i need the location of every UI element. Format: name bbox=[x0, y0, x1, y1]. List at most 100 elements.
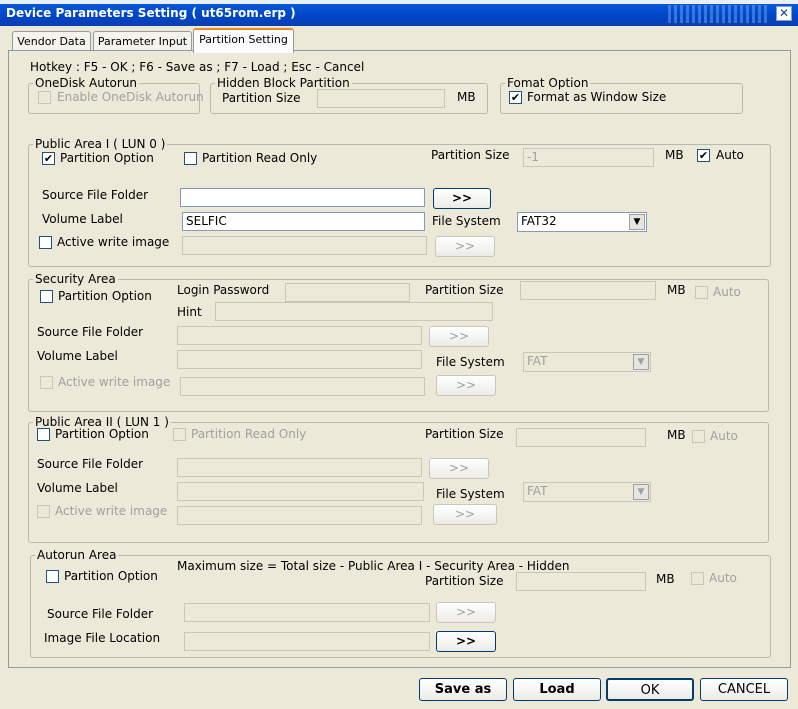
p1-size-label: Partition Size bbox=[431, 148, 510, 162]
p2-active-write-label: Active write image bbox=[55, 504, 168, 518]
p2-partition-option-checkbox[interactable] bbox=[37, 428, 50, 441]
p2-active-write-browse[interactable]: >> bbox=[433, 504, 497, 525]
title-bar: Device Parameters Setting ( ut65rom.erp … bbox=[0, 0, 798, 26]
p2-source-folder-input[interactable] bbox=[177, 458, 422, 477]
p1-auto-checkbox[interactable]: ✔ bbox=[697, 149, 710, 162]
hidden-unit: MB bbox=[457, 90, 476, 104]
p2-unit: MB bbox=[667, 428, 686, 442]
autorun-auto-checkbox[interactable] bbox=[691, 572, 704, 585]
public-area-1-legend: Public Area I ( LUN 0 ) bbox=[35, 137, 166, 151]
p2-volume-input[interactable] bbox=[177, 482, 424, 501]
autorun-unit: MB bbox=[656, 572, 675, 586]
sec-login-label: Login Password bbox=[177, 283, 270, 297]
autorun-source-folder-label: Source File Folder bbox=[47, 607, 154, 621]
sec-hint-input[interactable] bbox=[215, 302, 493, 321]
p2-partition-option-label: Partition Option bbox=[55, 427, 149, 441]
p2-browse-button[interactable]: >> bbox=[429, 458, 489, 479]
chevron-down-icon: ▼ bbox=[633, 354, 649, 370]
p1-active-write-browse[interactable]: >> bbox=[435, 236, 495, 257]
security-area-legend: Security Area bbox=[35, 272, 116, 286]
sec-fs-select[interactable]: FAT ▼ bbox=[523, 352, 651, 372]
sec-source-folder-input[interactable] bbox=[177, 326, 422, 345]
save-as-button[interactable]: Save as bbox=[419, 678, 507, 701]
sec-auto-checkbox[interactable] bbox=[695, 286, 708, 299]
autorun-size-label: Partition Size bbox=[425, 574, 504, 588]
load-button[interactable]: Load bbox=[513, 678, 601, 701]
format-window-checkbox[interactable]: ✔ bbox=[509, 91, 522, 104]
enable-onedisk-checkbox[interactable] bbox=[38, 91, 51, 104]
format-legend: Fomat Option bbox=[507, 76, 589, 90]
hidden-block-legend: Hidden Block Partition bbox=[217, 76, 350, 90]
p2-fs-select[interactable]: FAT ▼ bbox=[523, 482, 651, 502]
p2-auto-checkbox[interactable] bbox=[692, 430, 705, 443]
sec-partition-option-label: Partition Option bbox=[58, 289, 152, 303]
autorun-partition-option-label: Partition Option bbox=[64, 569, 158, 583]
sec-source-folder-label: Source File Folder bbox=[37, 325, 144, 339]
onedisk-legend: OneDisk Autorun bbox=[35, 76, 138, 90]
sec-fs-value: FAT bbox=[527, 354, 548, 368]
sec-active-write-checkbox[interactable] bbox=[40, 376, 53, 389]
hotkey-text: Hotkey : F5 - OK ; F6 - Save as ; F7 - L… bbox=[30, 60, 365, 74]
p2-read-only-checkbox[interactable] bbox=[173, 428, 186, 441]
close-icon[interactable]: ✕ bbox=[776, 6, 792, 21]
p2-size-label: Partition Size bbox=[425, 427, 504, 441]
window-title: Device Parameters Setting ( ut65rom.erp … bbox=[6, 6, 296, 20]
tab-partition-setting[interactable]: Partition Setting bbox=[193, 28, 294, 53]
p1-active-write-checkbox[interactable] bbox=[39, 236, 52, 249]
sec-active-write-browse[interactable]: >> bbox=[436, 375, 496, 396]
sec-volume-label: Volume Label bbox=[37, 349, 118, 363]
p1-active-write-label: Active write image bbox=[57, 235, 170, 249]
p2-active-write-input[interactable] bbox=[177, 506, 422, 525]
autorun-image-browse-button[interactable]: >> bbox=[436, 631, 496, 652]
p1-source-folder-input[interactable] bbox=[180, 188, 425, 207]
p2-active-write-checkbox[interactable] bbox=[37, 505, 50, 518]
hidden-size-input[interactable] bbox=[317, 89, 445, 108]
p1-partition-option-checkbox[interactable]: ✔ bbox=[42, 152, 55, 165]
enable-onedisk-label: Enable OneDisk Autorun bbox=[57, 90, 204, 104]
p1-auto-label: Auto bbox=[716, 148, 744, 162]
autorun-size-input[interactable] bbox=[516, 572, 646, 591]
ok-button[interactable]: OK bbox=[606, 678, 694, 701]
sec-unit: MB bbox=[667, 283, 686, 297]
p1-read-only-checkbox[interactable] bbox=[184, 152, 197, 165]
p2-source-folder-label: Source File Folder bbox=[37, 457, 144, 471]
p2-size-input[interactable] bbox=[516, 428, 646, 447]
format-window-label: Format as Window Size bbox=[527, 90, 667, 104]
sec-volume-input[interactable] bbox=[177, 350, 422, 369]
autorun-image-location-input[interactable] bbox=[184, 632, 430, 651]
p1-size-input[interactable]: -1 bbox=[523, 148, 654, 167]
hidden-size-label: Partition Size bbox=[222, 91, 301, 105]
autorun-image-location-label: Image File Location bbox=[44, 631, 161, 645]
sec-hint-label: Hint bbox=[177, 305, 202, 319]
sec-login-input[interactable] bbox=[285, 283, 410, 302]
sec-active-write-input[interactable] bbox=[180, 377, 425, 396]
chevron-down-icon: ▼ bbox=[629, 214, 645, 230]
sec-active-write-label: Active write image bbox=[58, 375, 171, 389]
p1-volume-input[interactable]: SELFIC bbox=[182, 212, 425, 231]
p1-fs-label: File System bbox=[432, 214, 501, 228]
p1-read-only-label: Partition Read Only bbox=[202, 151, 318, 165]
autorun-partition-option-checkbox[interactable] bbox=[46, 570, 59, 583]
sec-size-input[interactable] bbox=[520, 281, 656, 300]
p2-volume-label: Volume Label bbox=[37, 481, 118, 495]
autorun-source-folder-input[interactable] bbox=[184, 603, 430, 622]
p1-unit: MB bbox=[665, 148, 684, 162]
autorun-auto-label: Auto bbox=[709, 571, 737, 585]
p1-volume-label: Volume Label bbox=[42, 212, 123, 226]
p1-fs-select[interactable]: FAT32 ▼ bbox=[517, 212, 647, 232]
sec-partition-option-checkbox[interactable] bbox=[40, 290, 53, 303]
chevron-down-icon: ▼ bbox=[633, 484, 649, 500]
p2-read-only-label: Partition Read Only bbox=[191, 427, 307, 441]
sec-fs-label: File System bbox=[436, 355, 505, 369]
sec-browse-button[interactable]: >> bbox=[429, 326, 489, 347]
p1-partition-option-label: Partition Option bbox=[60, 151, 154, 165]
autorun-note: Maximum size = Total size - Public Area … bbox=[177, 559, 570, 573]
autorun-browse-button[interactable]: >> bbox=[436, 602, 496, 623]
p1-browse-button[interactable]: >> bbox=[433, 188, 491, 209]
cancel-button[interactable]: CANCEL bbox=[700, 678, 788, 701]
p1-active-write-input[interactable] bbox=[182, 236, 427, 255]
p2-fs-value: FAT bbox=[527, 484, 548, 498]
sec-size-label: Partition Size bbox=[425, 283, 504, 297]
p2-auto-label: Auto bbox=[710, 429, 738, 443]
p2-fs-label: File System bbox=[436, 487, 505, 501]
